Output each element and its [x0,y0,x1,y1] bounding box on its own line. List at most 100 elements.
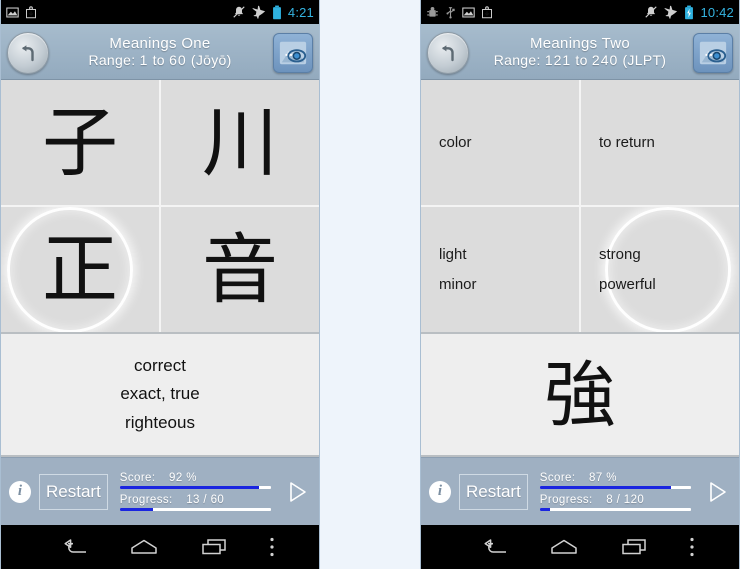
answer-kanji: 強 [543,352,616,437]
back-button[interactable] [7,32,49,74]
back-arrow-icon [442,45,454,62]
choice-label: 川 [202,97,278,187]
score-value: 87 % [589,472,617,484]
airplane-mode-icon [664,5,678,19]
choice-tile[interactable]: to return [581,80,739,205]
progress-meter: Progress: 13 / 60 [119,494,271,511]
progress-value: 13 / 60 [186,494,225,506]
score-label-row: Score: 92 % [120,472,271,484]
android-status-bar: 4:21 [1,0,319,24]
progress-bar-fill [539,508,551,511]
range-to: 240 [591,52,619,69]
progress-bar [539,508,691,511]
nav-home-button[interactable] [129,537,159,557]
screenshot-root: 4:21 Meanings One Range: 1 to 60 (Jōyō) [0,0,740,569]
peek-eye-icon [279,41,307,65]
peek-button[interactable] [273,33,313,73]
choice-label: color [439,133,472,151]
home-nav-icon [130,539,157,554]
nav-recents-button[interactable] [200,537,228,557]
choice-label: 音 [202,224,278,314]
choice-tile[interactable]: color [421,80,579,205]
meters: Score: 87 % Progress: 8 / 120 [536,472,695,511]
choice-grid: 子 川 正 音 [1,80,319,334]
score-value: 92 % [169,472,197,484]
battery-charging-icon [684,5,694,20]
answer-panel: 強 [421,334,739,457]
image-icon [462,6,475,19]
android-nav-bar [421,525,739,569]
progress-label-row: Progress: 13 / 60 [120,494,271,506]
score-bar [119,486,271,489]
score-meter: Score: 87 % [539,472,691,489]
battery-icon [272,5,282,20]
choice-tile-selected[interactable]: strong powerful [581,207,739,332]
progress-bar-fill [119,508,154,511]
range-to: 60 [169,52,187,69]
overflow-menu-icon [689,537,694,557]
range-prefix: Range: [88,52,136,69]
recents-nav-icon [201,539,226,555]
range-subtitle: Range: 121 to 240 (JLPT) [473,52,687,68]
play-triangle-icon [290,481,306,502]
nav-recents-button[interactable] [620,537,648,557]
choice-label: light minor [439,246,477,293]
progress-meter: Progress: 8 / 120 [539,494,691,511]
range-set: (Jōyō) [190,52,232,69]
info-button[interactable]: i [429,480,451,503]
app-header: Meanings One Range: 1 to 60 (Jōyō) [1,24,319,80]
next-button[interactable] [703,479,731,505]
choice-label: 正 [42,224,118,314]
bottom-toolbar: i Restart Score: 87 % Progress: 8 / 120 [421,457,739,525]
nav-overflow-menu-button[interactable] [269,536,275,558]
score-label-row: Score: 87 % [540,472,691,484]
progress-value: 8 / 120 [606,494,645,506]
status-clock: 10:42 [700,4,734,20]
download-icon [25,5,37,19]
range-from: 1 [139,52,149,69]
choice-tile[interactable]: light minor [421,207,579,332]
answer-line: correct [134,356,186,376]
answer-line: righteous [125,412,195,432]
phone-screenshot-right: 10:42 Meanings Two Range: 121 to 240 (JL… [420,0,740,569]
info-button[interactable]: i [9,480,31,503]
play-triangle-icon [710,481,726,502]
ringer-muted-icon [644,5,658,19]
app-header: Meanings Two Range: 121 to 240 (JLPT) [421,24,739,80]
score-bar [539,486,691,489]
back-button[interactable] [427,32,469,74]
meters: Score: 92 % Progress: 13 / 60 [116,472,275,511]
next-button[interactable] [283,479,311,505]
back-nav-icon [63,539,86,553]
back-arrow-icon [22,45,34,62]
score-label: Score: [119,472,156,484]
peek-button[interactable] [693,33,733,73]
choice-label: 子 [42,97,118,187]
page-title: Meanings Two [529,34,631,52]
choice-grid: color to return light minor strong power… [421,80,739,334]
range-to-word: to [575,52,588,69]
choice-tile[interactable]: 子 [1,80,159,205]
airplane-mode-icon [252,5,266,19]
score-bar-fill [119,486,259,489]
ringer-muted-icon [232,5,246,19]
peek-eye-icon [699,41,727,65]
choice-tile[interactable]: 音 [161,207,319,332]
image-icon [6,6,19,19]
nav-back-button[interactable] [62,537,88,557]
nav-back-button[interactable] [482,537,508,557]
score-bar-fill [539,486,672,489]
back-nav-icon [483,539,506,553]
range-to-word: to [152,52,165,69]
choice-tile[interactable]: 川 [161,80,319,205]
nav-overflow-menu-button[interactable] [689,536,695,558]
nav-home-button[interactable] [549,537,579,557]
answer-line: exact, true [120,384,200,404]
restart-button[interactable]: Restart [39,473,108,510]
phone-screenshot-left: 4:21 Meanings One Range: 1 to 60 (Jōyō) [0,0,320,569]
choice-label: to return [599,133,655,151]
restart-button[interactable]: Restart [459,473,528,510]
page-title: Meanings One [109,34,211,52]
range-set: (JLPT) [622,52,667,69]
choice-tile-selected[interactable]: 正 [1,207,159,332]
